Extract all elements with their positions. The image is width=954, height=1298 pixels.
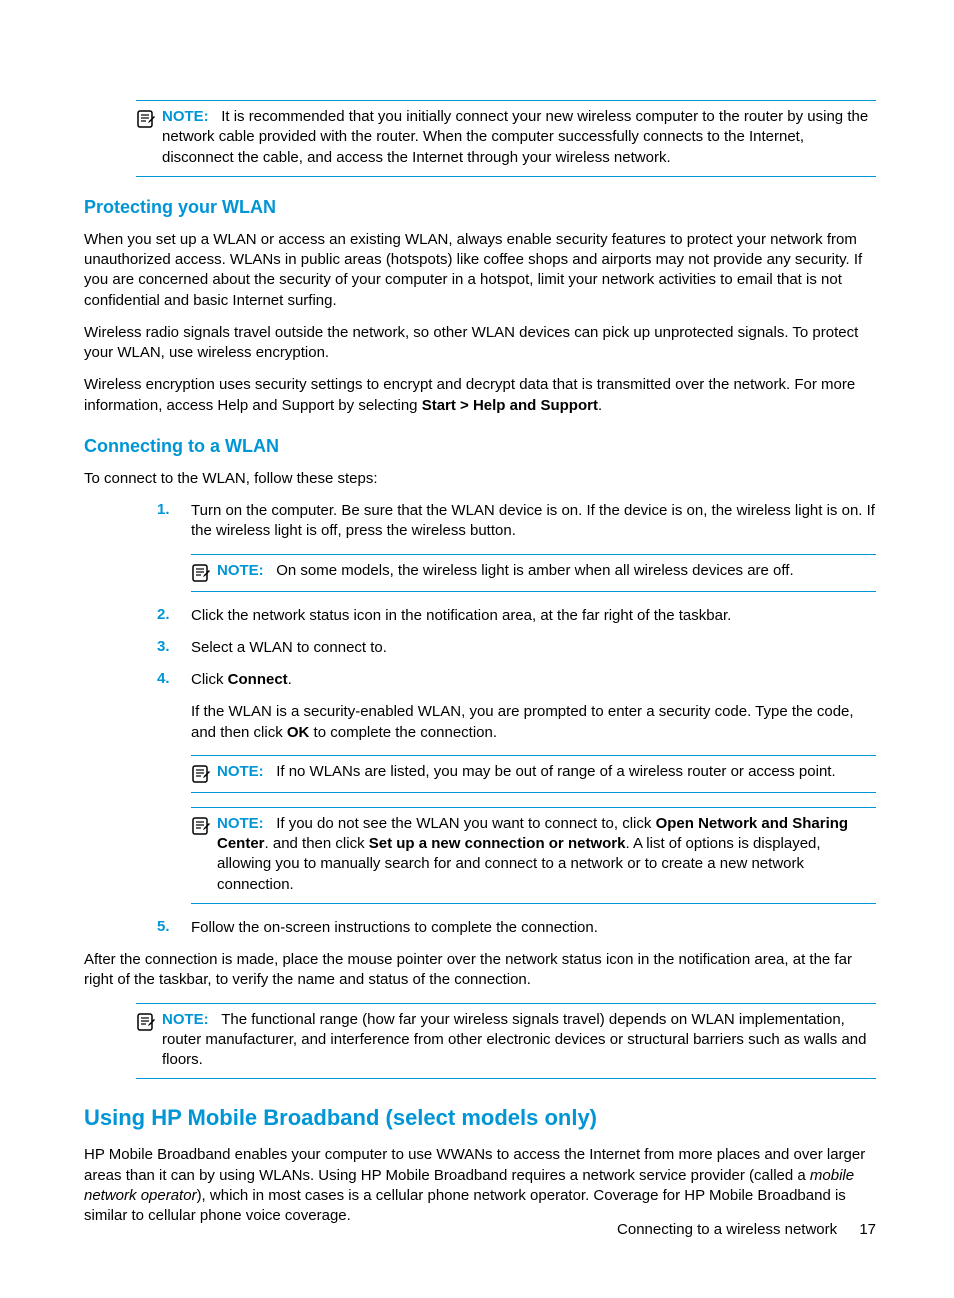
note-icon: [136, 107, 162, 129]
note-label: NOTE:: [217, 763, 264, 780]
document-page: NOTE: It is recommended that you initial…: [0, 0, 954, 1298]
footer-section: Connecting to a wireless network: [617, 1221, 837, 1238]
step-5: 5. Follow the on-screen instructions to …: [157, 918, 876, 938]
step-number: 2.: [157, 606, 191, 626]
step-text: Turn on the computer. Be sure that the W…: [191, 501, 876, 542]
link-name: Set up a new connection or network: [369, 835, 626, 852]
heading-protecting-wlan: Protecting your WLAN: [84, 197, 876, 218]
note-text: On some models, the wireless light is am…: [276, 562, 793, 579]
paragraph: HP Mobile Broadband enables your compute…: [84, 1145, 876, 1226]
step-4: 4. Click Connect.: [157, 670, 876, 690]
step-text: Follow the on-screen instructions to com…: [191, 918, 876, 938]
text: . and then click: [265, 835, 369, 852]
step-extra-text: If the WLAN is a security-enabled WLAN, …: [191, 702, 876, 743]
paragraph: When you set up a WLAN or access an exis…: [84, 230, 876, 311]
note-box: NOTE: The functional range (how far your…: [136, 1003, 876, 1080]
paragraph: Wireless radio signals travel outside th…: [84, 323, 876, 364]
paragraph: Wireless encryption uses security settin…: [84, 375, 876, 416]
note-icon: [191, 561, 217, 583]
note-content: NOTE: On some models, the wireless light…: [217, 561, 876, 581]
note-icon: [136, 1010, 162, 1032]
note-label: NOTE:: [217, 562, 264, 579]
paragraph: To connect to the WLAN, follow these ste…: [84, 469, 876, 489]
note-content: NOTE: It is recommended that you initial…: [162, 107, 876, 168]
steps-list: NOTE: If no WLANs are listed, you may be…: [157, 755, 876, 938]
note-box: NOTE: It is recommended that you initial…: [136, 100, 876, 177]
text: ), which in most cases is a cellular pho…: [84, 1187, 846, 1224]
note-box: NOTE: If you do not see the WLAN you wan…: [191, 807, 876, 904]
step-text: Select a WLAN to connect to.: [191, 638, 876, 658]
step-number: 3.: [157, 638, 191, 658]
step-text: Click the network status icon in the not…: [191, 606, 876, 626]
step-number: 1.: [157, 501, 191, 542]
step-3: 3. Select a WLAN to connect to.: [157, 638, 876, 658]
note-text: It is recommended that you initially con…: [162, 108, 868, 166]
step-2: 2. Click the network status icon in the …: [157, 606, 876, 626]
text: Click: [191, 671, 228, 688]
text: If you do not see the WLAN you want to c…: [276, 815, 655, 832]
step-number: 4.: [157, 670, 191, 690]
text: .: [288, 671, 292, 688]
step-text: Click Connect.: [191, 670, 876, 690]
note-text: If no WLANs are listed, you may be out o…: [276, 763, 835, 780]
note-content: NOTE: If you do not see the WLAN you wan…: [217, 814, 876, 895]
note-label: NOTE:: [217, 815, 264, 832]
text: .: [598, 397, 602, 414]
note-icon: [191, 814, 217, 836]
step-number: 5.: [157, 918, 191, 938]
note-content: NOTE: The functional range (how far your…: [162, 1010, 876, 1071]
paragraph: After the connection is made, place the …: [84, 950, 876, 991]
text: HP Mobile Broadband enables your compute…: [84, 1146, 865, 1183]
page-number: 17: [859, 1221, 876, 1238]
steps-list: 1. Turn on the computer. Be sure that th…: [157, 501, 876, 690]
note-box: NOTE: On some models, the wireless light…: [191, 554, 876, 592]
button-name: Connect: [228, 671, 288, 688]
note-text: The functional range (how far your wirel…: [162, 1011, 867, 1069]
note-icon: [191, 762, 217, 784]
note-box: NOTE: If no WLANs are listed, you may be…: [191, 755, 876, 793]
menu-path: Start > Help and Support: [422, 397, 598, 414]
note-label: NOTE:: [162, 108, 209, 125]
page-footer: Connecting to a wireless network 17: [617, 1221, 876, 1238]
button-name: OK: [287, 724, 310, 741]
text: to complete the connection.: [309, 724, 497, 741]
heading-hp-mobile-broadband: Using HP Mobile Broadband (select models…: [84, 1105, 876, 1131]
note-content: NOTE: If no WLANs are listed, you may be…: [217, 762, 876, 782]
note-label: NOTE:: [162, 1011, 209, 1028]
heading-connecting-wlan: Connecting to a WLAN: [84, 436, 876, 457]
step-1: 1. Turn on the computer. Be sure that th…: [157, 501, 876, 542]
